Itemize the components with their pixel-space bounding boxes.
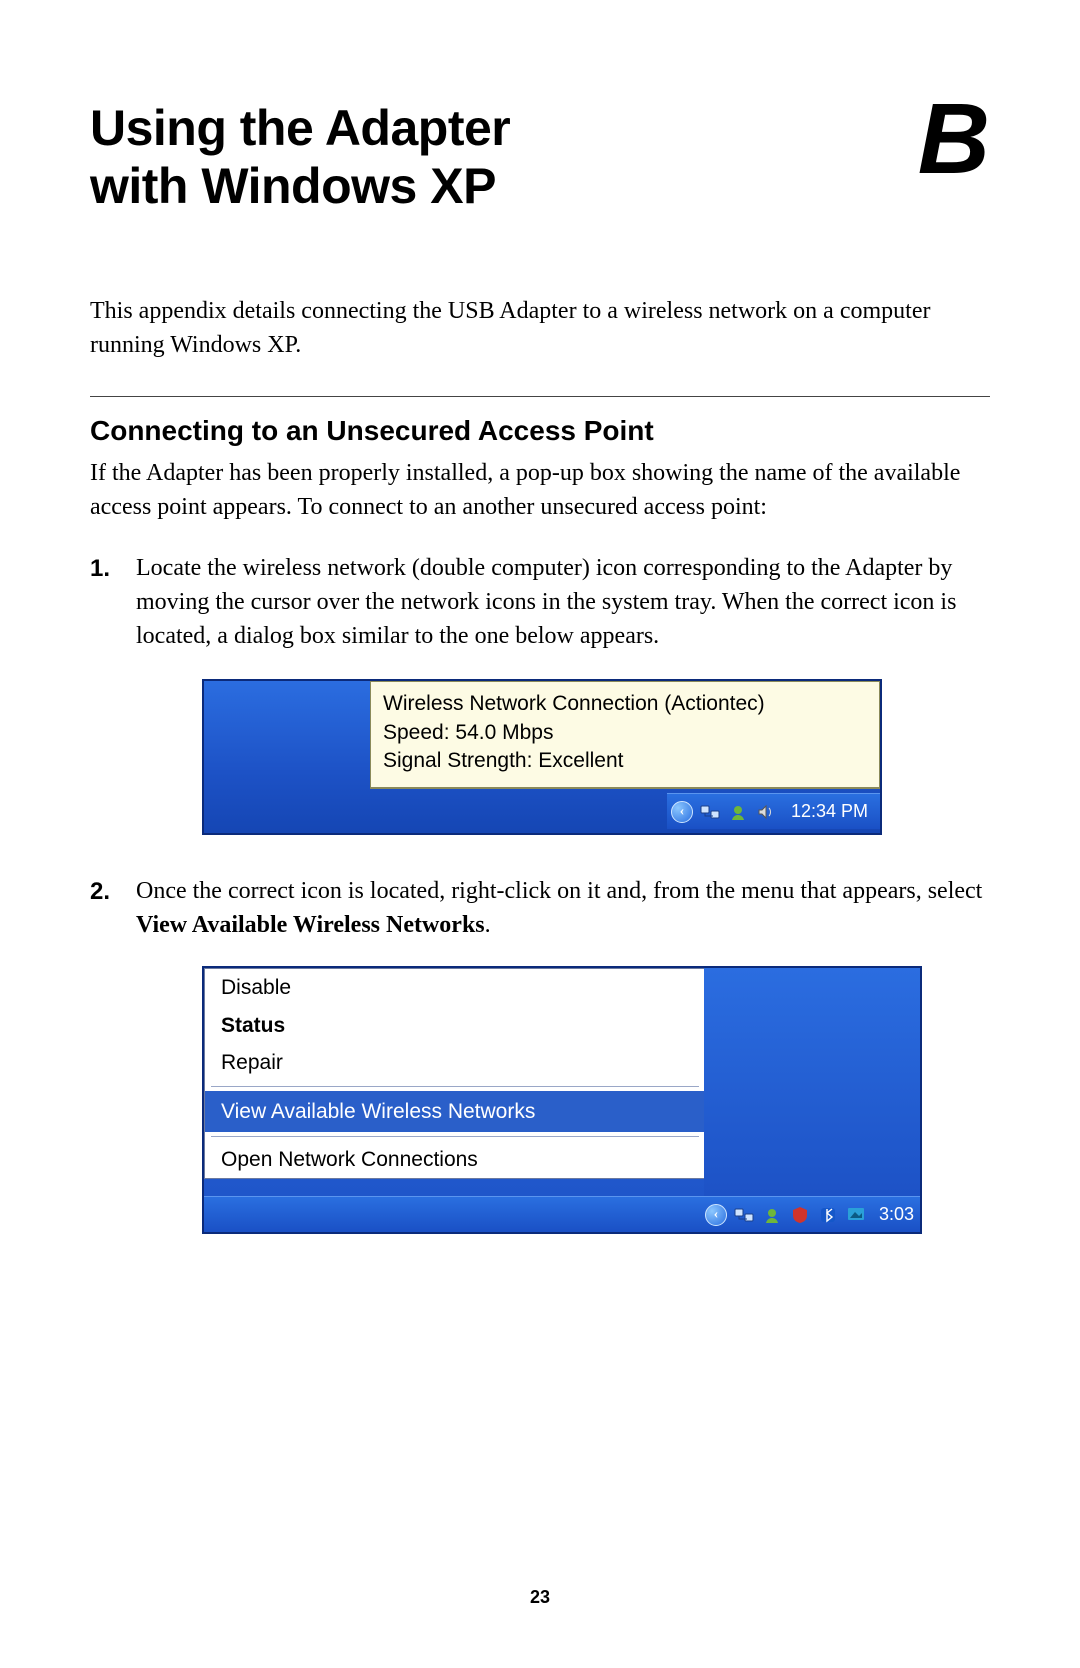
tray-expand-icon[interactable]: ‹: [705, 1204, 727, 1226]
menu-separator: [211, 1086, 699, 1087]
menu-item-status[interactable]: Status: [205, 1007, 705, 1044]
step-2: Once the correct icon is located, right-…: [90, 875, 990, 1234]
taskbar-clock: 3:03: [873, 1202, 916, 1227]
display-icon[interactable]: [845, 1204, 867, 1226]
desktop-strip: [704, 968, 920, 1196]
page-title: Using the Adapter with Windows XP: [90, 100, 510, 215]
step-1: Locate the wireless network (double comp…: [90, 552, 990, 835]
tooltip-line-2: Speed: 54.0 Mbps: [383, 721, 553, 744]
section-divider: [90, 396, 990, 397]
system-tray: ‹ 12:34 PM: [667, 793, 880, 829]
step-2-bold: View Available Wireless Networks: [136, 912, 485, 938]
title-line-1: Using the Adapter: [90, 100, 510, 156]
network-icon[interactable]: [733, 1204, 755, 1226]
bluetooth-icon[interactable]: [817, 1204, 839, 1226]
messenger-icon[interactable]: [761, 1204, 783, 1226]
section-intro: If the Adapter has been properly install…: [90, 457, 990, 524]
section-heading: Connecting to an Unsecured Access Point: [90, 415, 990, 447]
menu-item-repair[interactable]: Repair: [205, 1044, 705, 1081]
menu-item-view-networks[interactable]: View Available Wireless Networks: [205, 1091, 705, 1132]
step-2-prefix: Once the correct icon is located, right-…: [136, 878, 982, 904]
title-line-2: with Windows XP: [90, 158, 496, 214]
intro-paragraph: This appendix details connecting the USB…: [90, 295, 990, 362]
figure-context-menu: Disable Status Repair View Available Wir…: [202, 966, 922, 1234]
step-2-suffix: .: [485, 912, 491, 938]
tray-expand-icon[interactable]: ‹: [671, 801, 693, 823]
menu-item-open-connections[interactable]: Open Network Connections: [205, 1141, 705, 1178]
appendix-letter: B: [918, 94, 990, 184]
system-tray: ‹: [204, 1196, 920, 1232]
tooltip-line-3: Signal Strength: Excellent: [383, 749, 623, 772]
network-tooltip: Wireless Network Connection (Actiontec) …: [370, 681, 880, 789]
menu-item-disable[interactable]: Disable: [205, 969, 705, 1006]
messenger-icon[interactable]: [727, 801, 749, 823]
tooltip-line-1: Wireless Network Connection (Actiontec): [383, 692, 765, 715]
step-1-text: Locate the wireless network (double comp…: [136, 555, 956, 648]
menu-separator: [211, 1136, 699, 1137]
network-icon[interactable]: [699, 801, 721, 823]
figure-tooltip-taskbar: Wireless Network Connection (Actiontec) …: [202, 679, 882, 835]
taskbar-clock: 12:34 PM: [783, 799, 872, 824]
context-menu: Disable Status Repair View Available Wir…: [204, 968, 706, 1179]
page-number: 23: [0, 1587, 1080, 1608]
volume-icon[interactable]: [755, 801, 777, 823]
antivirus-icon[interactable]: [789, 1204, 811, 1226]
